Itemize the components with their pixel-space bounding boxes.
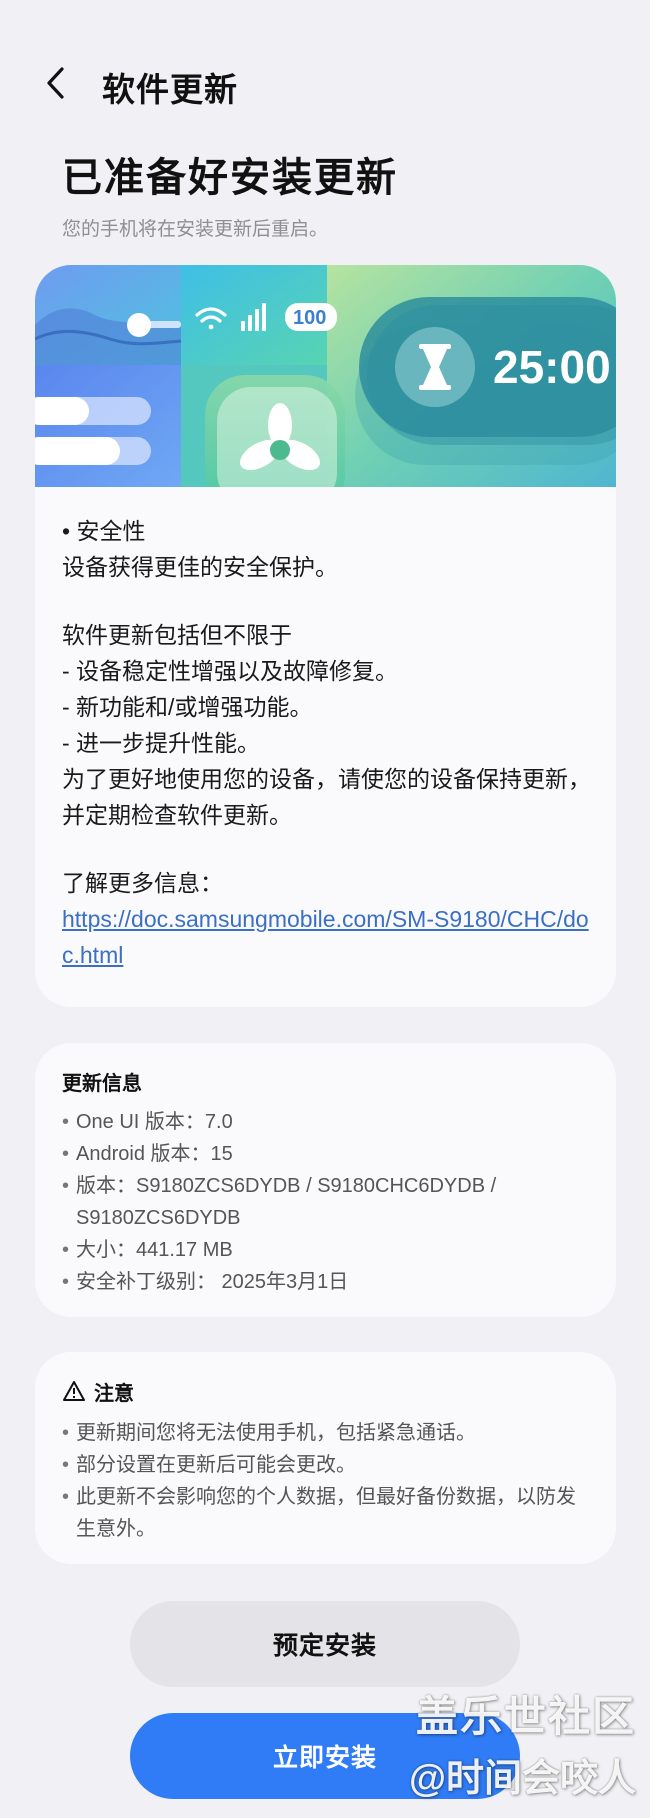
more-info-link[interactable]: https://doc.samsungmobile.com/SM-S9180/C… — [62, 901, 602, 973]
security-desc: 设备获得更佳的安全保护。 — [62, 554, 338, 580]
headline: 已准备好安装更新 — [62, 156, 398, 200]
software-update-screen: 软件更新 已准备好安装更新 您的手机将在安装更新后重启。 100 25:00 •… — [0, 0, 650, 1818]
top-bar: 软件更新 — [0, 55, 650, 115]
notes-item: - 新功能和/或增强功能。 — [62, 694, 313, 720]
notice-list: 更新期间您将无法使用手机，包括紧急通话。 部分设置在更新后可能会更改。 此更新不… — [62, 1417, 592, 1545]
security-title: • 安全性 — [62, 518, 146, 544]
list-item: 更新期间您将无法使用手机，包括紧急通话。 — [62, 1417, 592, 1449]
list-item: 大小：441.17 MB — [62, 1234, 592, 1266]
notice-title: 注意 — [94, 1382, 134, 1405]
notice-card: 注意 更新期间您将无法使用手机，包括紧急通话。 部分设置在更新后可能会更改。 此… — [35, 1352, 616, 1564]
svg-text:100: 100 — [293, 307, 326, 329]
update-info-list: One UI 版本：7.0 Android 版本：15 版本：S9180ZCS6… — [62, 1106, 592, 1298]
list-item: One UI 版本：7.0 — [62, 1106, 592, 1138]
chevron-left-icon — [47, 67, 64, 99]
subheadline: 您的手机将在安装更新后重启。 — [62, 219, 329, 240]
update-banner: 100 25:00 — [35, 265, 616, 487]
list-item: Android 版本：15 — [62, 1138, 592, 1170]
notes-item: - 设备稳定性增强以及故障修复。 — [62, 658, 399, 684]
warning-icon — [63, 1381, 85, 1401]
list-item: 安全补丁级别： 2025年3月1日 — [62, 1266, 592, 1298]
battery-icon: 100 — [285, 303, 337, 331]
watermark-author: @时间会咬人 — [408, 1758, 636, 1800]
release-notes-text: • 安全性 设备获得更佳的安全保护。 软件更新包括但不限于 - 设备稳定性增强以… — [62, 513, 602, 973]
list-item: 部分设置在更新后可能会更改。 — [62, 1449, 592, 1481]
list-item: 版本：S9180ZCS6DYDB / S9180CHC6DYDB / S9180… — [62, 1170, 592, 1234]
list-item: 此更新不会影响您的个人数据，但最好备份数据，以防发生意外。 — [62, 1481, 592, 1545]
timer-text: 25:00 — [493, 341, 611, 393]
notice-header: 注意 — [62, 1376, 134, 1406]
notes-item: - 进一步提升性能。 — [62, 730, 261, 756]
page-title: 软件更新 — [102, 71, 238, 108]
release-notes-card[interactable]: 100 25:00 • 安全性 设备获得更佳的安全保护。 软件更新包括但不限于 … — [35, 265, 616, 1007]
advice-text: 为了更好地使用您的设备，请使您的设备保持更新，并定期检查软件更新。 — [62, 766, 591, 828]
update-info-card: 更新信息 One UI 版本：7.0 Android 版本：15 版本：S918… — [35, 1043, 616, 1317]
back-button[interactable] — [42, 63, 82, 107]
watermark-community: 盖乐世社区 — [415, 1693, 636, 1740]
update-info-title: 更新信息 — [62, 1073, 142, 1095]
schedule-install-button[interactable]: 预定安装 — [130, 1601, 520, 1687]
more-info-label: 了解更多信息： — [62, 870, 223, 896]
includes-title: 软件更新包括但不限于 — [62, 622, 292, 648]
